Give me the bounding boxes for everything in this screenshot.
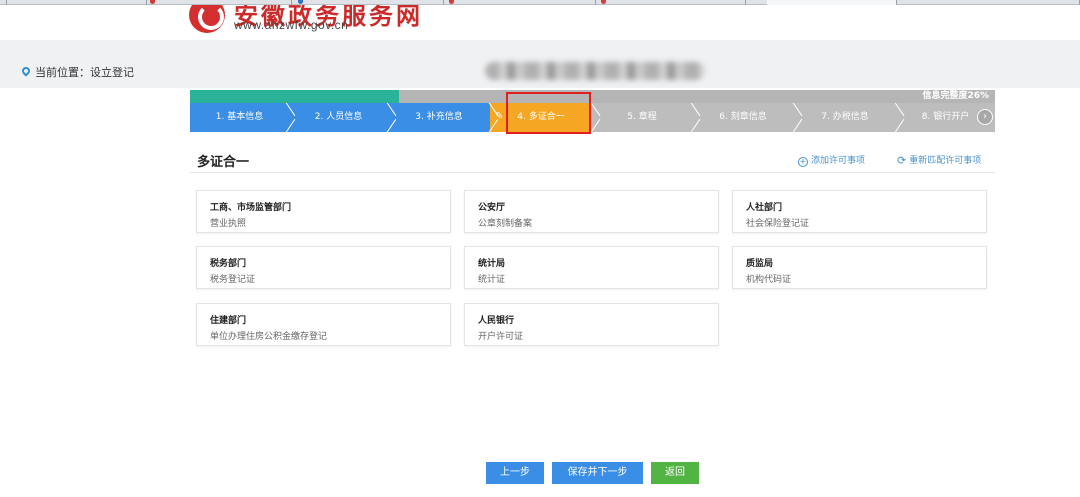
highlight-box — [506, 92, 591, 134]
add-license-label: 添加许可事项 — [811, 156, 866, 166]
rematch-license-button[interactable]: ⟳ 重新匹配许可事项 — [897, 153, 981, 167]
site-logo-icon[interactable] — [189, 5, 225, 33]
step-tax-info[interactable]: 7. 办税信息 — [794, 103, 896, 132]
add-license-button[interactable]: + 添加许可事项 — [798, 153, 865, 167]
card-certificate: 单位办理住房公积金缴存登记 — [210, 332, 328, 342]
license-card[interactable]: 质监局 机构代码证 — [732, 246, 987, 289]
card-certificate: 公章刻制备案 — [478, 219, 533, 229]
license-card[interactable]: 工商、市场监管部门 营业执照 — [196, 190, 451, 233]
card-certificate: 机构代码证 — [746, 275, 792, 285]
card-certificate: 营业执照 — [210, 219, 247, 229]
site-url: www.ahzwfw.gov.cn — [234, 18, 349, 32]
step-nav: 1. 基本信息 2. 人员信息 3. 补充信息 4. 多证合一 5. 章程 6.… — [190, 103, 995, 132]
step-separator — [283, 103, 297, 132]
pencil-icon: ✎ — [495, 111, 504, 122]
plus-circle-icon: + — [798, 157, 808, 167]
license-card[interactable]: 公安厅 公章刻制备案 — [464, 190, 719, 233]
step-separator — [688, 103, 702, 132]
step-basic-info[interactable]: 1. 基本信息 — [190, 103, 289, 132]
card-department: 人社部门 — [746, 203, 783, 213]
card-department: 统计局 — [478, 259, 506, 269]
refresh-icon: ⟳ — [897, 154, 907, 167]
next-steps-arrow-icon[interactable]: › — [977, 109, 993, 125]
rematch-license-label: 重新匹配许可事项 — [909, 156, 982, 166]
step-separator — [384, 103, 398, 132]
step-supplementary-info[interactable]: 3. 补充信息 — [388, 103, 490, 132]
card-department: 税务部门 — [210, 259, 247, 269]
completeness-progress: 信息完整度26% — [190, 90, 995, 103]
card-certificate: 统计证 — [478, 275, 506, 285]
license-card[interactable]: 住建部门 单位办理住房公积金缴存登记 — [196, 303, 451, 346]
prev-step-button[interactable]: 上一步 — [486, 462, 544, 484]
step-separator — [790, 103, 804, 132]
card-certificate: 社会保险登记证 — [746, 219, 810, 229]
breadcrumb: 当前位置：设立登记 — [35, 66, 134, 79]
license-card[interactable]: 人民银行 开户许可证 — [464, 303, 719, 346]
section-title: 多证合一 — [197, 155, 250, 170]
progress-label: 信息完整度26% — [922, 91, 989, 101]
license-card[interactable]: 人社部门 社会保险登记证 — [732, 190, 987, 233]
location-pin-icon — [20, 65, 32, 77]
step-seal-info[interactable]: 6. 刻章信息 — [692, 103, 794, 132]
card-certificate: 开户许可证 — [478, 332, 524, 342]
section-divider — [190, 172, 995, 173]
card-department: 住建部门 — [210, 316, 247, 326]
card-department: 人民银行 — [478, 316, 515, 326]
back-button[interactable]: 返回 — [651, 462, 699, 484]
card-department: 工商、市场监管部门 — [210, 203, 292, 213]
redacted-company-name — [485, 62, 705, 80]
progress-fill — [190, 90, 400, 103]
save-next-button[interactable]: 保存并下一步 — [552, 462, 643, 484]
site-header: 安徽政务服务网 www.ahzwfw.gov.cn — [0, 5, 1080, 40]
card-department: 质监局 — [746, 259, 774, 269]
license-card[interactable]: 税务部门 税务登记证 — [196, 246, 451, 289]
location-bar: 当前位置：设立登记 — [0, 40, 1080, 88]
license-card[interactable]: 统计局 统计证 — [464, 246, 719, 289]
card-certificate: 税务登记证 — [210, 275, 256, 285]
card-department: 公安厅 — [478, 203, 506, 213]
step-articles[interactable]: 5. 章程 — [592, 103, 692, 132]
step-personnel-info[interactable]: 2. 人员信息 — [289, 103, 388, 132]
step-separator — [892, 103, 906, 132]
